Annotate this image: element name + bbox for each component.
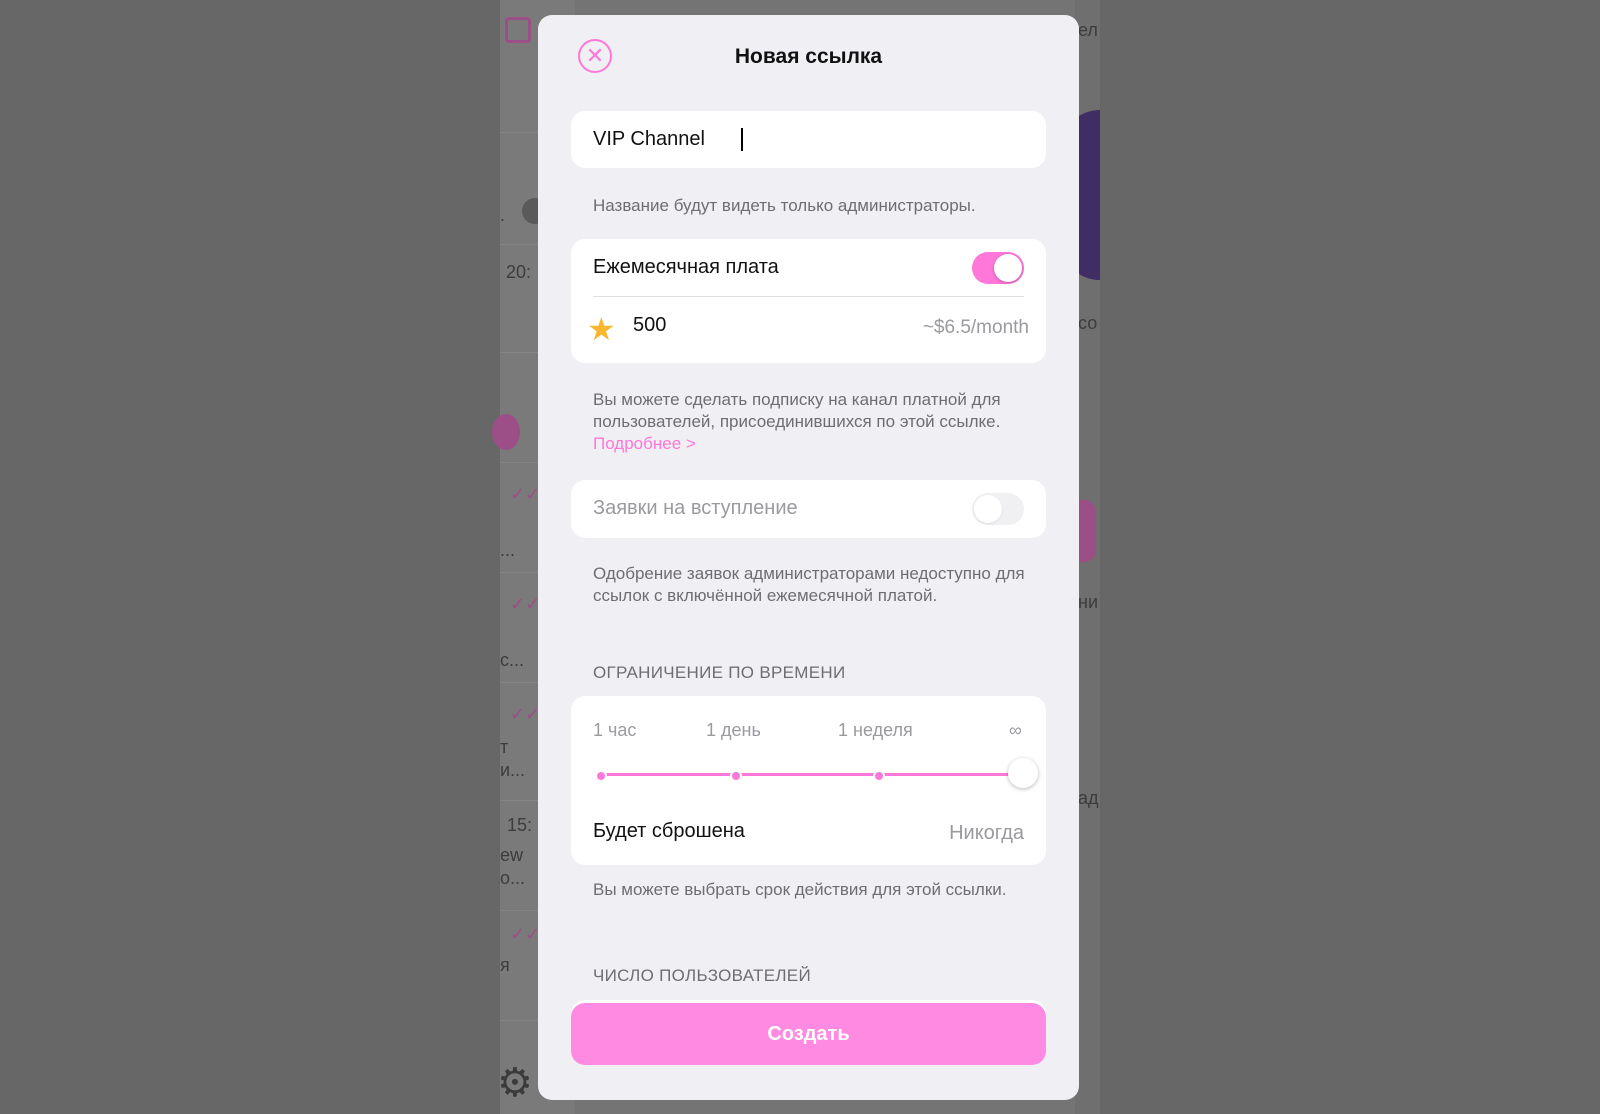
time-limit-card: 1 час 1 день 1 неделя ∞ Будет сброшена Н… bbox=[571, 696, 1046, 865]
new-link-modal: ✕ Новая ссылка Название будут видеть тол… bbox=[538, 15, 1079, 1100]
tick-infinity[interactable]: ∞ bbox=[1009, 720, 1022, 741]
monthly-fee-card: Ежемесячная плата ★ 500 ~$6.5/month bbox=[571, 239, 1046, 363]
tick-1-week[interactable]: 1 неделя bbox=[838, 720, 913, 741]
link-name-card bbox=[571, 111, 1046, 168]
monthly-fee-hint-text: Вы можете сделать подписку на канал плат… bbox=[593, 390, 1001, 431]
more-info-link[interactable]: Подробнее > bbox=[593, 434, 696, 453]
reset-label: Будет сброшена bbox=[593, 820, 745, 842]
text-caret bbox=[741, 128, 743, 151]
price-input[interactable]: 500 bbox=[633, 314, 666, 337]
bg-text: ад bbox=[1078, 788, 1099, 808]
user-limit-header: ЧИСЛО ПОЛЬЗОВАТЕЛЕЙ bbox=[593, 966, 811, 985]
bg-text: 20: bbox=[506, 262, 532, 282]
time-slider-thumb[interactable] bbox=[1008, 758, 1038, 788]
bg-text: ел bbox=[1078, 20, 1098, 40]
bg-text: 15: bbox=[507, 815, 533, 835]
join-requests-toggle[interactable] bbox=[972, 493, 1024, 525]
read-checkmark-icon: ✓✓ bbox=[510, 594, 541, 614]
slider-step-dot bbox=[873, 770, 885, 782]
read-checkmark-icon: ✓✓ bbox=[510, 484, 541, 504]
monthly-fee-label: Ежемесячная плата bbox=[593, 256, 779, 278]
gear-icon: ⚙ bbox=[497, 1061, 533, 1105]
bg-text: ... bbox=[500, 540, 516, 560]
time-slider-track[interactable] bbox=[601, 773, 1021, 776]
read-checkmark-icon: ✓✓ bbox=[510, 924, 541, 944]
compose-icon bbox=[505, 17, 531, 43]
price-usd-estimate: ~$6.5/month bbox=[922, 317, 1029, 338]
bg-text: т bbox=[500, 737, 509, 757]
bg-text: ew bbox=[500, 845, 524, 865]
create-button[interactable]: Создать bbox=[571, 1003, 1046, 1065]
join-requests-label: Заявки на вступление bbox=[593, 497, 798, 519]
modal-title: Новая ссылка bbox=[734, 45, 883, 68]
slider-step-dot bbox=[730, 770, 742, 782]
reset-value[interactable]: Никогда bbox=[949, 822, 1024, 845]
monthly-fee-hint: Вы можете сделать подписку на канал плат… bbox=[593, 389, 1033, 455]
divider bbox=[593, 296, 1024, 297]
read-checkmark-icon: ✓✓ bbox=[510, 704, 541, 724]
join-requests-card: Заявки на вступление bbox=[571, 480, 1046, 538]
time-limit-hint: Вы можете выбрать срок действия для этой… bbox=[593, 880, 1007, 899]
link-name-hint: Название будут видеть только администрат… bbox=[593, 196, 976, 215]
toggle-knob bbox=[974, 495, 1002, 523]
bg-avatar bbox=[492, 414, 520, 450]
bg-text: со bbox=[1078, 313, 1098, 333]
bg-text: и... bbox=[500, 760, 526, 780]
star-icon: ★ bbox=[587, 311, 616, 347]
link-name-input[interactable] bbox=[593, 111, 1023, 168]
time-limit-header: ОГРАНИЧЕНИЕ ПО ВРЕМЕНИ bbox=[593, 663, 846, 682]
bg-text: о... bbox=[500, 868, 526, 888]
toggle-knob bbox=[994, 254, 1022, 282]
bg-text: ни bbox=[1078, 592, 1098, 612]
tick-1-hour[interactable]: 1 час bbox=[593, 720, 636, 741]
tick-1-day[interactable]: 1 день bbox=[706, 720, 761, 741]
monthly-fee-toggle[interactable] bbox=[972, 252, 1024, 284]
bg-text: с... bbox=[500, 650, 525, 670]
bg-text: я bbox=[500, 955, 510, 975]
slider-step-dot bbox=[595, 770, 607, 782]
join-requests-hint: Одобрение заявок администраторами недост… bbox=[593, 564, 1025, 605]
bg-text: . bbox=[500, 205, 506, 225]
